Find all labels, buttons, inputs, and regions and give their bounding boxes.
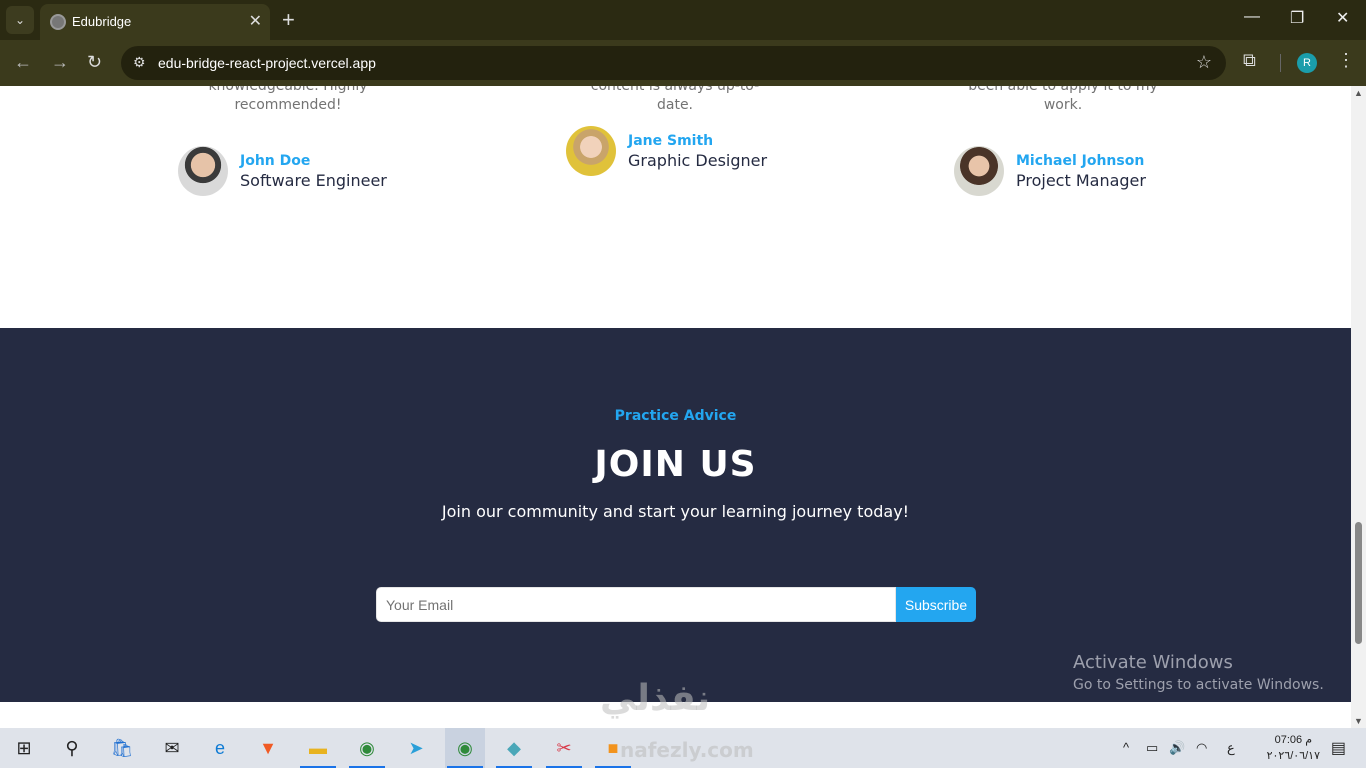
- notification-icon[interactable]: ▤: [1331, 738, 1346, 758]
- chevron-up-icon[interactable]: ^: [1123, 740, 1129, 755]
- store-icon[interactable]: 🛍: [102, 728, 142, 768]
- scroll-down-icon[interactable]: ▼: [1354, 716, 1363, 726]
- mail-icon[interactable]: ✉: [152, 728, 192, 768]
- clock-time: 07:06 م: [1274, 734, 1312, 746]
- join-us-section: Practice Advice JOIN US Join our communi…: [0, 328, 1351, 702]
- browser-toolbar: ← → ↻ ⚙ edu-bridge-react-project.vercel.…: [0, 40, 1366, 86]
- email-input[interactable]: [376, 587, 896, 622]
- activation-watermark-subtitle: Go to Settings to activate Windows.: [1073, 677, 1324, 693]
- testimonial-author: Jane Smith Graphic Designer: [566, 126, 767, 176]
- avatar: [178, 146, 228, 196]
- telegram-icon[interactable]: ➤: [396, 728, 436, 768]
- app-icon[interactable]: ◆: [494, 728, 534, 768]
- volume-icon[interactable]: 🔊: [1169, 740, 1185, 756]
- language-indicator[interactable]: ع: [1227, 740, 1235, 756]
- chrome-profile-icon[interactable]: ◉: [347, 728, 387, 768]
- author-name: Jane Smith: [628, 133, 714, 149]
- start-icon[interactable]: ⊞: [4, 728, 44, 768]
- section-description: Join our community and start your learni…: [441, 502, 910, 521]
- active-tab[interactable]: Edubridge ✕: [40, 4, 270, 40]
- activation-watermark-title: Activate Windows: [1073, 652, 1233, 673]
- site-settings-icon[interactable]: ⚙: [133, 54, 146, 71]
- back-arrow-icon[interactable]: ←: [14, 52, 32, 73]
- new-tab-button[interactable]: +: [282, 7, 295, 33]
- close-tab-icon[interactable]: ✕: [249, 11, 262, 31]
- testimonial-author: Michael Johnson Project Manager: [954, 146, 1146, 196]
- wifi-icon[interactable]: ◠: [1196, 740, 1207, 756]
- taskbar-clock[interactable]: 07:06 م ٢٠٢٦/٠٦/١٧: [1267, 732, 1320, 764]
- section-title: JOIN US: [594, 444, 757, 485]
- page-scrollbar[interactable]: ▲ ▼: [1351, 86, 1366, 728]
- menu-dots-icon[interactable]: ⋮: [1337, 50, 1355, 71]
- avatar: [566, 126, 616, 176]
- author-role: Graphic Designer: [628, 151, 768, 170]
- clock-date: ٢٠٢٦/٠٦/١٧: [1266, 750, 1320, 762]
- close-window-button[interactable]: ✕: [1336, 8, 1349, 28]
- toolbar-divider: [1280, 54, 1281, 72]
- overlay-logo-arabic: نفذلي: [600, 678, 711, 719]
- forward-arrow-icon[interactable]: →: [51, 52, 69, 73]
- section-subtitle: Practice Advice: [614, 408, 737, 424]
- chrome-active-icon[interactable]: ◉: [445, 728, 485, 768]
- avatar: [954, 146, 1004, 196]
- brave-icon[interactable]: ▼: [248, 728, 288, 768]
- scroll-up-icon[interactable]: ▲: [1354, 88, 1363, 98]
- snipping-tool-icon[interactable]: ✂: [544, 728, 584, 768]
- testimonial-quote: knowledgeable. Highly recommended!: [208, 86, 368, 113]
- tab-list-button[interactable]: ⌄: [6, 6, 34, 34]
- url-text[interactable]: edu-bridge-react-project.vercel.app: [158, 55, 376, 71]
- address-bar[interactable]: ⚙ edu-bridge-react-project.vercel.app ☆: [121, 46, 1226, 80]
- file-explorer-icon[interactable]: ▬: [298, 728, 338, 768]
- overlay-logo-latin: nafezly.com: [620, 738, 754, 762]
- testimonial-quote: been able to apply it to my work.: [968, 86, 1158, 113]
- author-role: Software Engineer: [240, 171, 387, 190]
- author-name: Michael Johnson: [1016, 153, 1145, 169]
- author-name: John Doe: [240, 153, 311, 169]
- search-icon[interactable]: ⚲: [52, 728, 92, 768]
- extensions-icon[interactable]: ⧉: [1243, 50, 1256, 71]
- subscribe-button[interactable]: Subscribe: [896, 587, 976, 622]
- edge-icon[interactable]: e: [200, 728, 240, 768]
- restore-button[interactable]: ❐: [1290, 8, 1304, 28]
- tab-title: Edubridge: [72, 14, 132, 29]
- reload-icon[interactable]: ↻: [87, 52, 102, 73]
- subscribe-form: Subscribe: [376, 587, 976, 622]
- author-role: Project Manager: [1016, 171, 1146, 190]
- testimonial-author: John Doe Software Engineer: [178, 146, 387, 196]
- globe-icon: [50, 14, 66, 30]
- scrollbar-thumb[interactable]: [1355, 522, 1362, 644]
- profile-avatar[interactable]: R: [1297, 53, 1317, 73]
- testimonial-quote: content is always up-to-date.: [590, 86, 760, 113]
- testimonials-section: knowledgeable. Highly recommended! conte…: [0, 86, 1351, 328]
- page-viewport: knowledgeable. Highly recommended! conte…: [0, 86, 1351, 702]
- minimize-button[interactable]: —: [1244, 8, 1260, 26]
- battery-icon[interactable]: ▭: [1146, 740, 1158, 756]
- bookmark-star-icon[interactable]: ☆: [1196, 52, 1212, 73]
- browser-tab-bar: ⌄ Edubridge ✕ + — ❐ ✕: [0, 0, 1366, 40]
